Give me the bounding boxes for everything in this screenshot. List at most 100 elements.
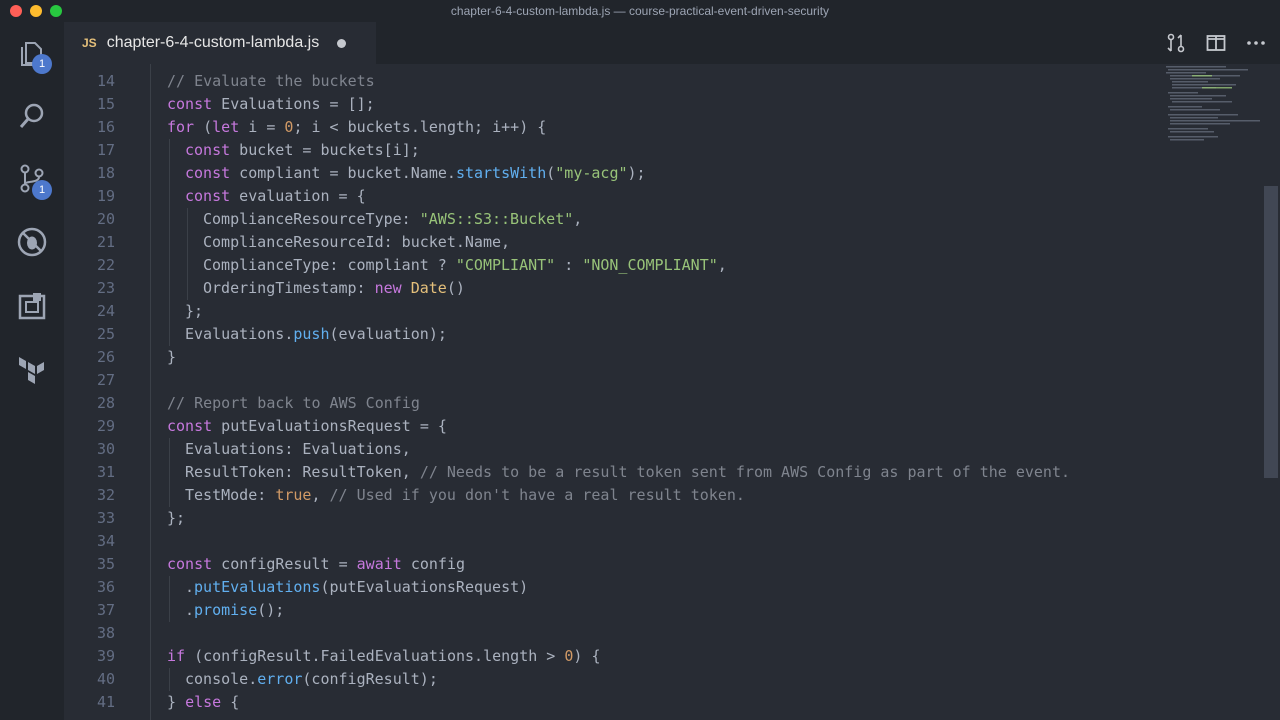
code-token: console.	[185, 670, 258, 688]
code-token: if	[167, 647, 186, 665]
code-token: error	[257, 670, 303, 688]
source-control-button[interactable]: 1	[0, 152, 64, 204]
code-token: for	[167, 118, 195, 136]
code-token: ,	[717, 256, 727, 274]
code-token: configResult =	[212, 555, 357, 573]
code-token: };	[185, 302, 204, 320]
line-number: 22	[96, 256, 115, 274]
code-line[interactable]: 36 .putEvaluations(putEvaluationsRequest)	[64, 576, 1162, 599]
tab-label: chapter-6-4-custom-lambda.js	[106, 34, 320, 51]
minimap-preview	[1166, 66, 1260, 141]
extensions-icon	[18, 293, 46, 320]
compare-changes-icon[interactable]	[1166, 33, 1186, 53]
code-line[interactable]: 31 ResultToken: ResultToken, // Needs to …	[64, 461, 1162, 484]
code-text: ComplianceResourceType: "AWS::S3::Bucket…	[203, 208, 582, 231]
explorer-badge: 1	[32, 54, 52, 74]
indent-guide	[150, 64, 151, 720]
indent-guide	[169, 484, 170, 507]
code-token: // Needs to be a result token sent from …	[419, 463, 1071, 481]
code-line[interactable]: 28 // Report back to AWS Config	[64, 392, 1162, 415]
code-line[interactable]: 34	[64, 530, 1162, 553]
extensions-button[interactable]	[0, 280, 64, 332]
code-text: ResultToken: ResultToken, // Needs to be…	[185, 461, 1070, 484]
scrollbar-thumb[interactable]	[1264, 186, 1278, 478]
indent-guide	[169, 599, 170, 622]
code-token: Date	[410, 279, 447, 297]
vertical-scrollbar[interactable]	[1262, 64, 1280, 720]
code-text: Evaluations.push(evaluation);	[185, 323, 447, 346]
code-line[interactable]: 15 const Evaluations = [];	[64, 93, 1162, 116]
indent-guide	[169, 461, 170, 484]
code-line[interactable]: 19 const evaluation = {	[64, 185, 1162, 208]
code-line[interactable]: 37 .promise();	[64, 599, 1162, 622]
code-line[interactable]: 24};	[64, 300, 1162, 323]
unsaved-dot-icon[interactable]	[337, 38, 347, 48]
code-line[interactable]: 26}	[64, 346, 1162, 369]
code-line[interactable]: 27	[64, 369, 1162, 392]
code-line[interactable]: 16 for (let i = 0; i < buckets.length; i+…	[64, 116, 1162, 139]
indent-guide	[169, 162, 170, 185]
split-editor-icon[interactable]	[1206, 33, 1226, 53]
code-token: (evaluation);	[329, 325, 447, 343]
code-text: };	[185, 300, 203, 323]
code-token: Evaluations: Evaluations,	[185, 440, 411, 458]
code-token: (configResult);	[302, 670, 438, 688]
code-token: (	[194, 118, 213, 136]
code-line[interactable]: 18 const compliant = bucket.Name.startsWi…	[64, 162, 1162, 185]
code-token: ()	[446, 279, 465, 297]
code-line[interactable]: 41} else {	[64, 691, 1162, 714]
code-text: const compliant = bucket.Name.startsWith…	[185, 162, 646, 185]
code-line[interactable]: 40 console.error(configResult);	[64, 668, 1162, 691]
code-text: .promise();	[185, 599, 284, 622]
code-line[interactable]: 39 if (configResult.FailedEvaluations.len…	[64, 645, 1162, 668]
code-token: "NON_COMPLIANT"	[582, 256, 718, 274]
code-line[interactable]: 22 ComplianceType: compliant ? "COMPLIANT…	[64, 254, 1162, 277]
activity-bar: 1 1	[0, 22, 64, 720]
code-line[interactable]: 35 const configResult = await config	[64, 553, 1162, 576]
code-text: console.error(configResult);	[185, 668, 438, 691]
code-line[interactable]: 14 // Evaluate the buckets	[64, 70, 1162, 93]
code-text: .putEvaluations(putEvaluationsRequest)	[185, 576, 528, 599]
indent-guide	[169, 300, 170, 323]
code-editor[interactable]: 14 // Evaluate the buckets 15 const Evaluat…	[64, 64, 1162, 720]
code-token: (configResult.FailedEvaluations.length >	[185, 647, 565, 665]
code-text: Evaluations: Evaluations,	[185, 438, 411, 461]
tab-chapter-6-4-custom-lambda[interactable]: JS chapter-6-4-custom-lambda.js	[64, 22, 376, 64]
terraform-icon	[19, 357, 44, 384]
code-token: push	[293, 325, 330, 343]
line-number: 19	[96, 187, 115, 205]
line-number: 24	[96, 302, 115, 320]
line-number: 23	[96, 279, 115, 297]
minimap[interactable]	[1162, 64, 1262, 720]
search-button[interactable]	[0, 90, 64, 142]
code-line[interactable]: 38	[64, 622, 1162, 645]
code-line[interactable]: 20 ComplianceResourceType: "AWS::S3::Buck…	[64, 208, 1162, 231]
code-line[interactable]: 17 const bucket = buckets[i];	[64, 139, 1162, 162]
terraform-button[interactable]	[0, 344, 64, 396]
code-line[interactable]: 32 TestMode: true, // Used if you don't h…	[64, 484, 1162, 507]
line-number: 31	[96, 463, 115, 481]
code-line[interactable]: 25 Evaluations.push(evaluation);	[64, 323, 1162, 346]
code-text: const bucket = buckets[i];	[185, 139, 420, 162]
line-number: 37	[96, 601, 115, 619]
debug-button[interactable]	[0, 216, 64, 268]
code-token: .	[185, 601, 195, 619]
minimize-window-button[interactable]	[30, 5, 42, 17]
code-line[interactable]: 21 ComplianceResourceId: bucket.Name,	[64, 231, 1162, 254]
close-window-button[interactable]	[10, 5, 22, 17]
code-line[interactable]: 30 Evaluations: Evaluations,	[64, 438, 1162, 461]
code-line[interactable]: 29 const putEvaluationsRequest = {	[64, 415, 1162, 438]
line-number: 18	[96, 164, 115, 182]
indent-guide	[169, 231, 170, 254]
line-number: 26	[96, 348, 115, 366]
line-number: 21	[96, 233, 115, 251]
explorer-button[interactable]: 1	[0, 28, 64, 80]
code-token: config	[401, 555, 466, 573]
code-line[interactable]: 33};	[64, 507, 1162, 530]
line-number: 40	[96, 670, 115, 688]
code-line[interactable]: 23 OrderingTimestamp: new Date()	[64, 277, 1162, 300]
more-actions-icon[interactable]	[1246, 33, 1266, 53]
code-token: (putEvaluationsRequest)	[320, 578, 529, 596]
zoom-window-button[interactable]	[50, 5, 62, 17]
